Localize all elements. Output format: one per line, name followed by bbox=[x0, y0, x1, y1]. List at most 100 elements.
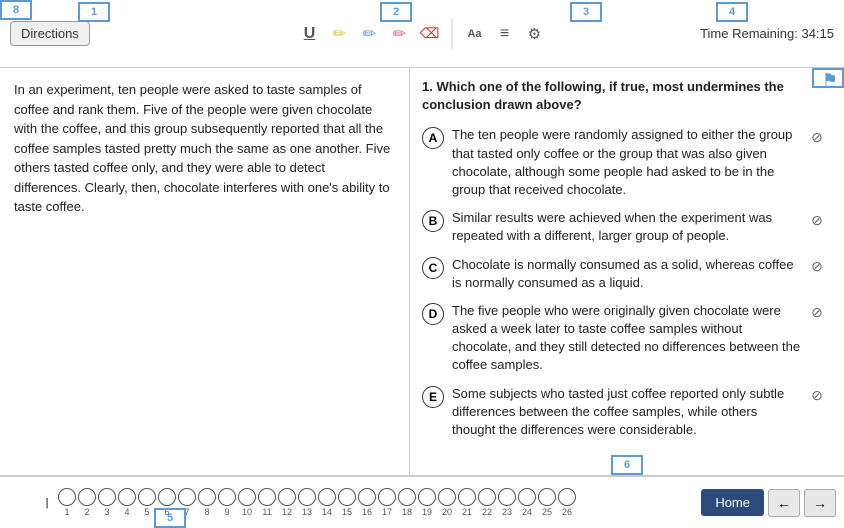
question-dots: | 1 2 3 4 5 6 7 bbox=[38, 488, 701, 517]
option-a-strikethrough[interactable]: ⊘ bbox=[806, 126, 828, 148]
option-d-strikethrough[interactable]: ⊘ bbox=[806, 302, 828, 324]
dot-label-14: 14 bbox=[322, 507, 332, 517]
pencil-yellow-tool[interactable]: ✏ bbox=[326, 20, 354, 48]
dot-circle-8 bbox=[198, 488, 216, 506]
dot-label-15: 15 bbox=[342, 507, 352, 517]
dot-18[interactable]: 18 bbox=[398, 488, 416, 517]
dot-label-16: 16 bbox=[362, 507, 372, 517]
toolbar-divider-1 bbox=[452, 19, 453, 49]
dot-label-21: 21 bbox=[462, 507, 472, 517]
dot-label-9: 9 bbox=[224, 507, 229, 517]
annotation-4: 4 bbox=[716, 2, 748, 22]
pencil-pink-tool[interactable]: ✏ bbox=[386, 20, 414, 48]
option-e: E Some subjects who tasted just coffee r… bbox=[422, 385, 832, 440]
dot-label-5: 5 bbox=[144, 507, 149, 517]
option-d-text: The five people who were originally give… bbox=[452, 302, 832, 375]
line-spacing-tool[interactable]: ≡ bbox=[491, 20, 519, 48]
dot-7[interactable]: 7 bbox=[178, 488, 196, 517]
dot-label-8: 8 bbox=[204, 507, 209, 517]
dot-10[interactable]: 10 bbox=[238, 488, 256, 517]
option-c-text: Chocolate is normally consumed as a soli… bbox=[452, 256, 832, 292]
toolbar: 1 Directions 2 3 4 U ✏ ✏ ✏ ⌫ Aa ≡ ⚙ Time… bbox=[0, 0, 844, 68]
option-a: A The ten people were randomly assigned … bbox=[422, 126, 832, 199]
dot-circle-25 bbox=[538, 488, 556, 506]
dot-circle-1 bbox=[58, 488, 76, 506]
dot-4[interactable]: 4 bbox=[118, 488, 136, 517]
option-b-strikethrough[interactable]: ⊘ bbox=[806, 209, 828, 231]
home-button[interactable]: Home bbox=[701, 489, 764, 516]
dot-24[interactable]: 24 bbox=[518, 488, 536, 517]
dot-circle-24 bbox=[518, 488, 536, 506]
dot-20[interactable]: 20 bbox=[438, 488, 456, 517]
dot-15[interactable]: 15 bbox=[338, 488, 356, 517]
option-b: B Similar results were achieved when the… bbox=[422, 209, 832, 245]
dot-label-4: 4 bbox=[124, 507, 129, 517]
option-d-circle[interactable]: D bbox=[422, 303, 444, 325]
dot-26[interactable]: 26 bbox=[558, 488, 576, 517]
content-area: 5 In an experiment, ten people were aske… bbox=[0, 68, 844, 476]
option-c: C Chocolate is normally consumed as a so… bbox=[422, 256, 832, 292]
dot-label-26: 26 bbox=[562, 507, 572, 517]
dot-1[interactable]: 1 bbox=[58, 488, 76, 517]
question-area: ⚑ 7 1. Which one of the following, if tr… bbox=[410, 68, 844, 475]
option-b-text: Similar results were achieved when the e… bbox=[452, 209, 832, 245]
dot-circle-11 bbox=[258, 488, 276, 506]
question-text: 1. Which one of the following, if true, … bbox=[422, 78, 832, 114]
dot-circle-3 bbox=[98, 488, 116, 506]
dot-circle-12 bbox=[278, 488, 296, 506]
dot-circle-6 bbox=[158, 488, 176, 506]
directions-button[interactable]: Directions bbox=[10, 21, 90, 46]
option-e-circle[interactable]: E bbox=[422, 386, 444, 408]
dot-item-tick[interactable]: | bbox=[38, 494, 56, 512]
dot-2[interactable]: 2 bbox=[78, 488, 96, 517]
dot-label-12: 12 bbox=[282, 507, 292, 517]
flag-icon[interactable]: ⚑ bbox=[822, 70, 838, 91]
dot-label-25: 25 bbox=[542, 507, 552, 517]
dot-14[interactable]: 14 bbox=[318, 488, 336, 517]
prev-button[interactable]: ← bbox=[768, 489, 800, 517]
dot-label-1: 1 bbox=[64, 507, 69, 517]
dot-25[interactable]: 25 bbox=[538, 488, 556, 517]
toolbar-center: U ✏ ✏ ✏ ⌫ Aa ≡ ⚙ bbox=[296, 19, 549, 49]
dot-label-18: 18 bbox=[402, 507, 412, 517]
dot-circle-26 bbox=[558, 488, 576, 506]
dot-22[interactable]: 22 bbox=[478, 488, 496, 517]
dot-circle-22 bbox=[478, 488, 496, 506]
underline-tool[interactable]: U bbox=[296, 20, 324, 48]
dot-12[interactable]: 12 bbox=[278, 488, 296, 517]
passage-text: In an experiment, ten people were asked … bbox=[14, 82, 390, 214]
option-b-circle[interactable]: B bbox=[422, 210, 444, 232]
dot-tick: | bbox=[38, 494, 56, 512]
dot-circle-23 bbox=[498, 488, 516, 506]
dot-3[interactable]: 3 bbox=[98, 488, 116, 517]
dot-label-7: 7 bbox=[184, 507, 189, 517]
dot-17[interactable]: 17 bbox=[378, 488, 396, 517]
time-remaining: Time Remaining: 34:15 bbox=[700, 26, 834, 41]
dot-21[interactable]: 21 bbox=[458, 488, 476, 517]
font-size-tool[interactable]: Aa bbox=[461, 20, 489, 48]
option-e-strikethrough[interactable]: ⊘ bbox=[806, 385, 828, 407]
dot-16[interactable]: 16 bbox=[358, 488, 376, 517]
option-a-circle[interactable]: A bbox=[422, 127, 444, 149]
dot-circle-21 bbox=[458, 488, 476, 506]
option-c-circle[interactable]: C bbox=[422, 257, 444, 279]
dot-19[interactable]: 19 bbox=[418, 488, 436, 517]
dot-23[interactable]: 23 bbox=[498, 488, 516, 517]
dot-9[interactable]: 9 bbox=[218, 488, 236, 517]
dot-label-11: 11 bbox=[262, 507, 271, 517]
dot-11[interactable]: 11 bbox=[258, 488, 276, 517]
pencil-blue-tool[interactable]: ✏ bbox=[356, 20, 384, 48]
dot-label-3: 3 bbox=[104, 507, 109, 517]
dot-13[interactable]: 13 bbox=[298, 488, 316, 517]
dot-8[interactable]: 8 bbox=[198, 488, 216, 517]
dot-6[interactable]: 6 bbox=[158, 488, 176, 517]
option-c-strikethrough[interactable]: ⊘ bbox=[806, 256, 828, 278]
dot-label-19: 19 bbox=[422, 507, 432, 517]
nav-right: Home ← → bbox=[701, 489, 836, 517]
eraser-tool[interactable]: ⌫ bbox=[416, 20, 444, 48]
settings-tool[interactable]: ⚙ bbox=[521, 20, 549, 48]
next-button[interactable]: → bbox=[804, 489, 836, 517]
dot-circle-4 bbox=[118, 488, 136, 506]
dot-5[interactable]: 5 bbox=[138, 488, 156, 517]
dot-circle-13 bbox=[298, 488, 316, 506]
